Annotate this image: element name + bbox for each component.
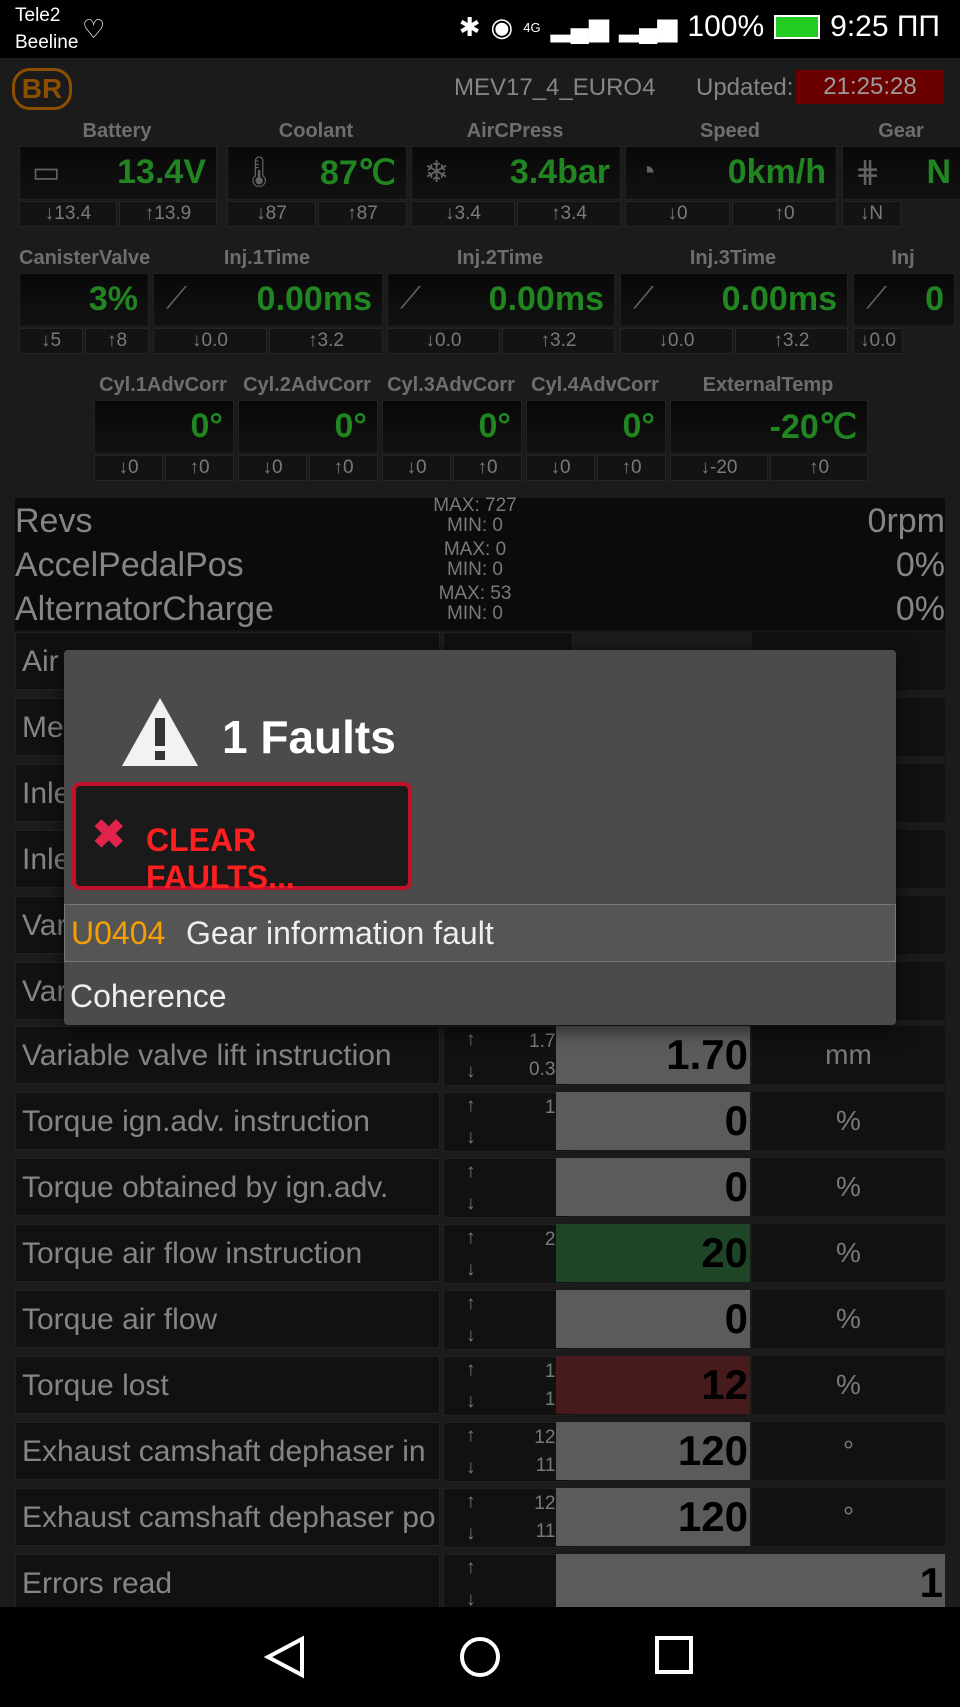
close-icon: ✖ — [92, 813, 126, 857]
navigation-bar — [0, 1607, 960, 1707]
faults-dialog: 1 Faults ✖ CLEAR FAULTS... U0404 Gear in… — [64, 650, 896, 1025]
battery-percent: 100% — [687, 10, 765, 43]
status-right: ✱ ◉ 4G ▂▄▆ ▂▄▆ 100% 9:25 ПП — [459, 10, 940, 44]
signal-icon: ▂▄▆ — [550, 11, 609, 42]
fault-detail: Coherence — [70, 978, 227, 1014]
status-bar: Tele2 Beeline ♡ ✱ ◉ 4G ▂▄▆ ▂▄▆ 100% 9:25… — [0, 0, 960, 58]
clock: 9:25 ПП — [830, 10, 940, 43]
bluetooth-icon: ✱ — [458, 11, 481, 42]
fault-code: U0404 — [71, 915, 166, 951]
battery-icon — [774, 15, 821, 39]
home-icon[interactable] — [458, 1635, 502, 1679]
signal-icon-2: ▂▄▆ — [618, 11, 678, 42]
dialog-title: 1 Faults — [222, 711, 396, 763]
fault-description: Gear information fault — [186, 915, 494, 951]
eye-icon: ◉ — [490, 11, 514, 42]
heart-icon: ♡ — [82, 14, 106, 44]
carrier-2: Beeline — [15, 32, 79, 53]
recents-icon[interactable] — [654, 1635, 694, 1675]
fault-item[interactable]: U0404 Gear information fault — [64, 904, 896, 962]
back-icon[interactable] — [264, 1635, 306, 1679]
clear-faults-label: CLEAR FAULTS... — [146, 822, 295, 895]
carrier-1: Tele2 — [15, 5, 61, 26]
network-type: 4G — [523, 19, 541, 35]
warning-icon — [122, 698, 198, 766]
clear-faults-button[interactable]: ✖ CLEAR FAULTS... — [72, 782, 412, 895]
